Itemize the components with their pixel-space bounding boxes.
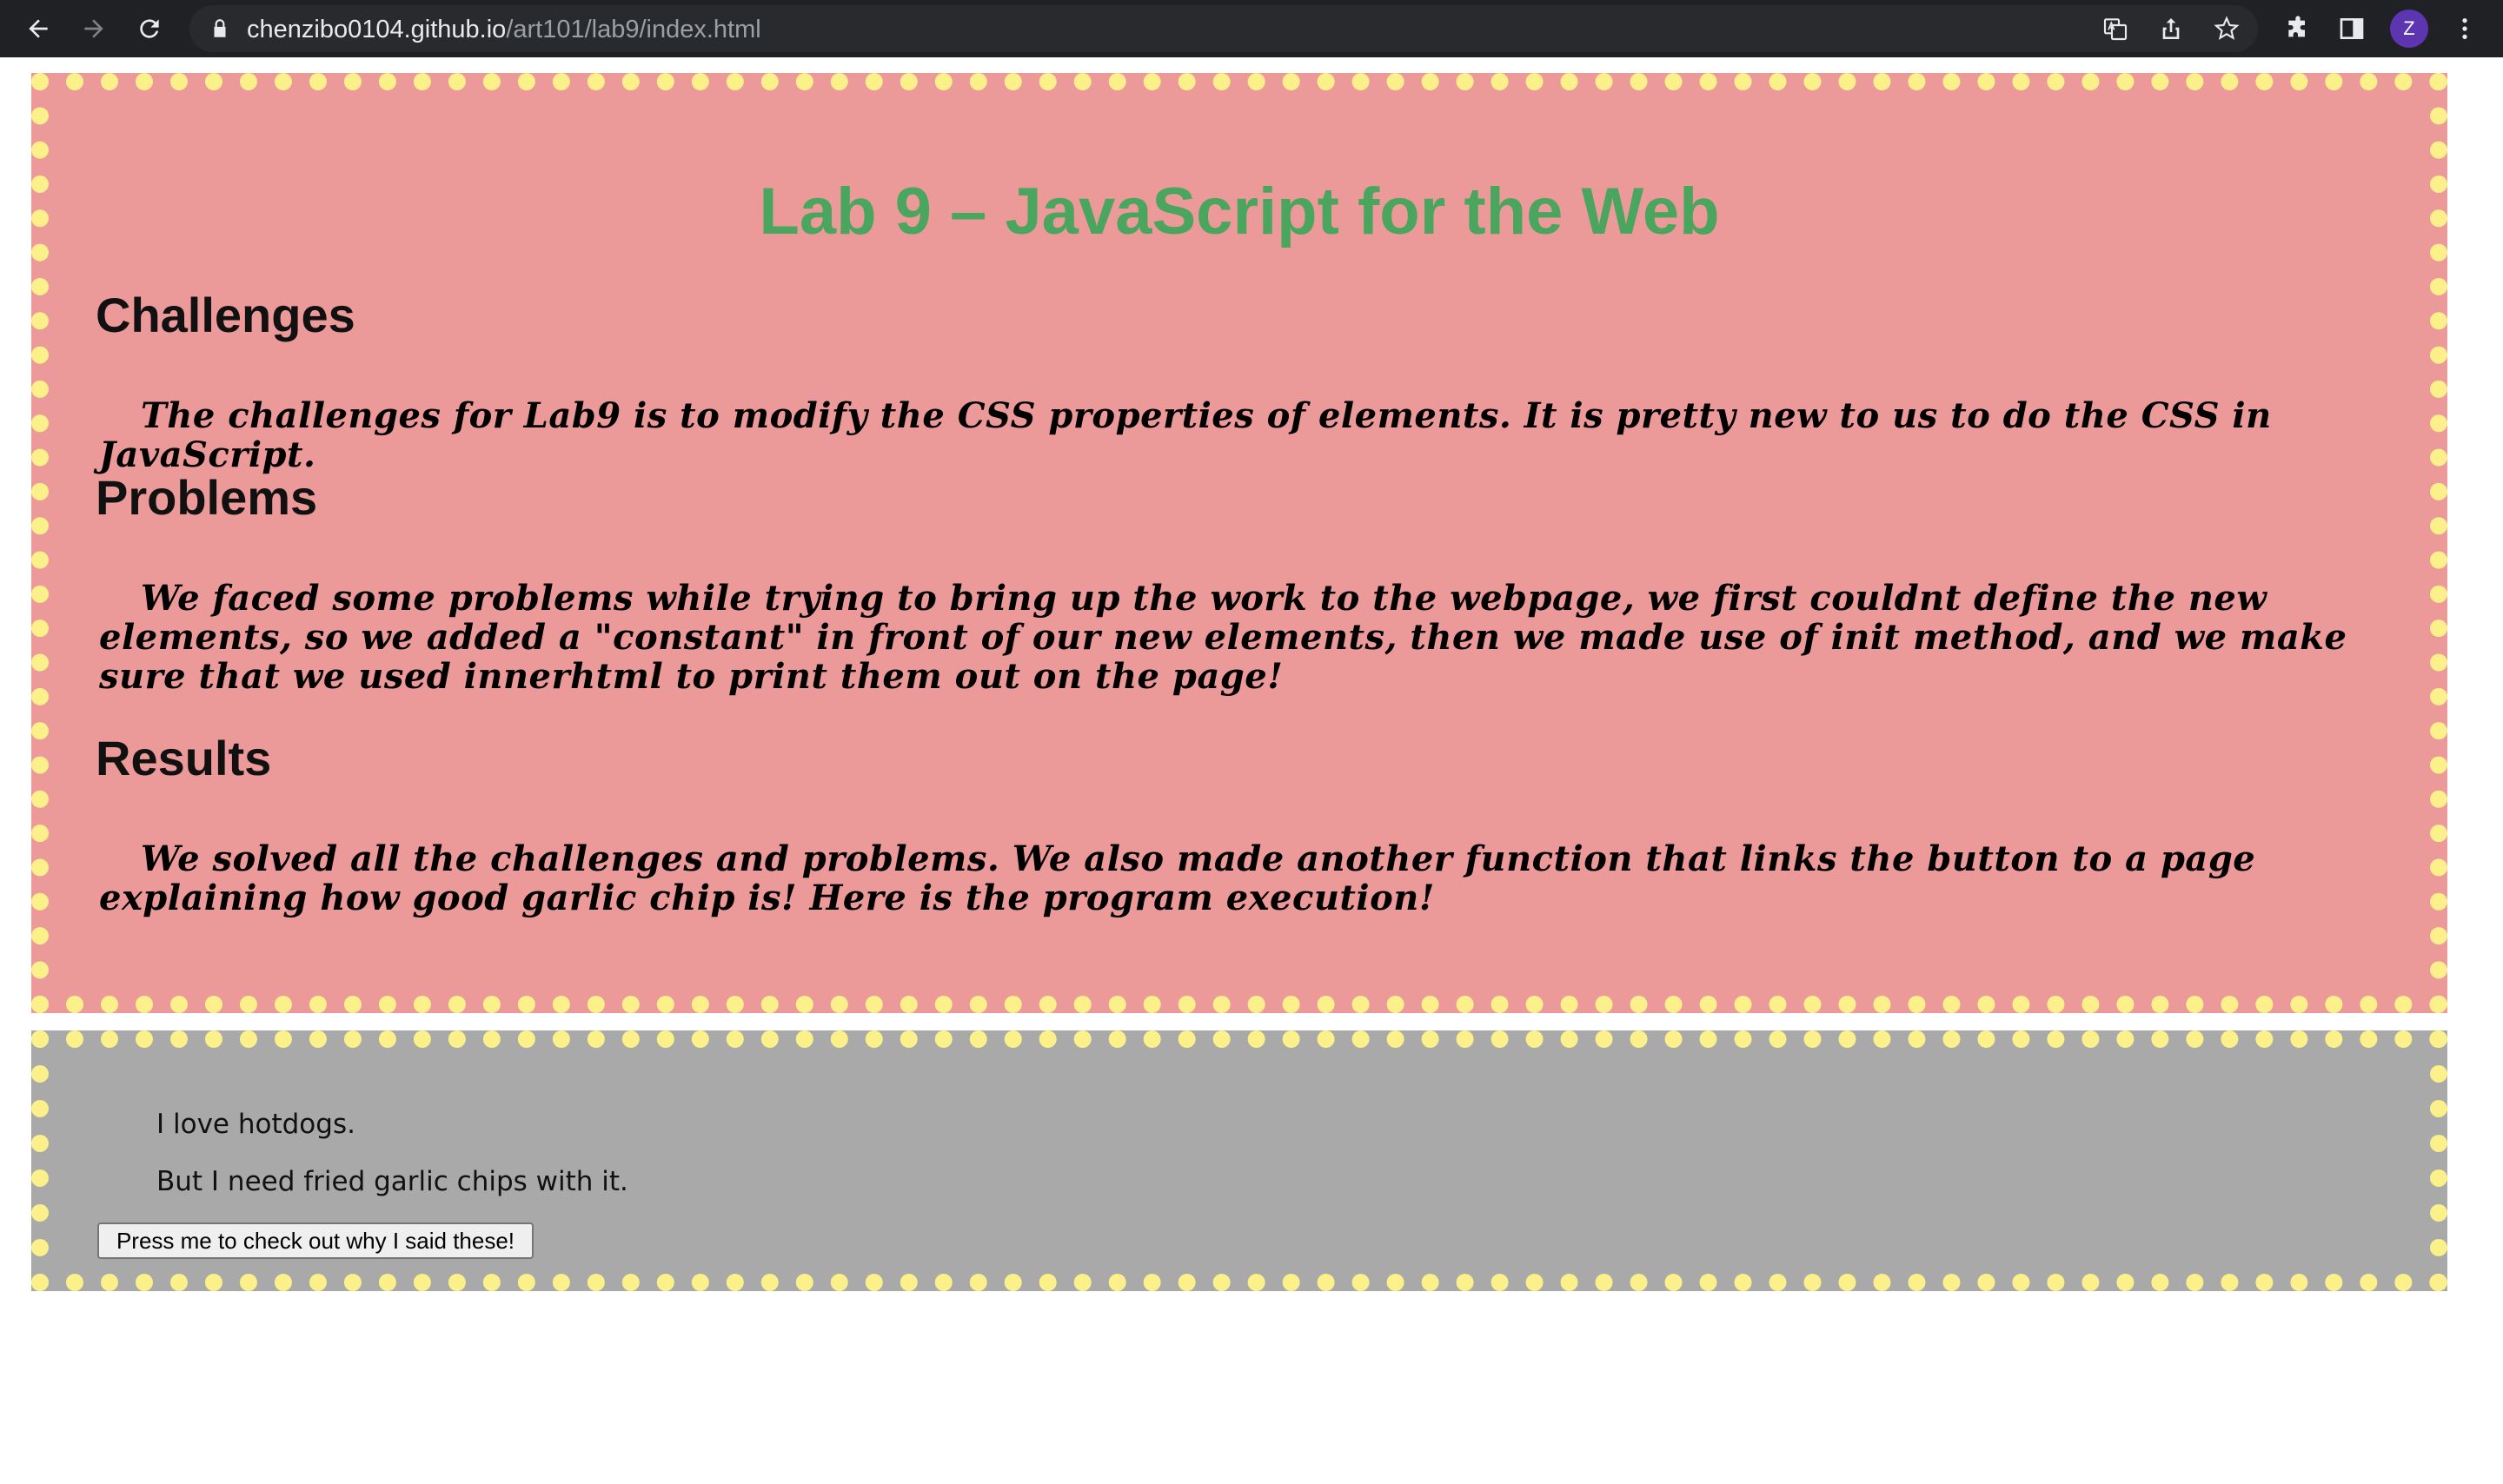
kebab-menu-icon bbox=[2462, 18, 2467, 39]
section-heading-challenges: Challenges bbox=[96, 288, 355, 342]
address-bar[interactable]: chenzibo0104.github.io/art101/lab9/index… bbox=[189, 5, 2258, 52]
side-panel-button[interactable] bbox=[2333, 10, 2371, 48]
garlic-chip-link-button[interactable]: Press me to check out why I said these! bbox=[97, 1222, 534, 1259]
menu-button[interactable] bbox=[2446, 10, 2484, 48]
reload-button[interactable] bbox=[130, 10, 169, 48]
output-line-garlic-chips: But I need fried garlic chips with it. bbox=[156, 1166, 628, 1197]
forward-arrow-icon bbox=[84, 19, 103, 38]
section-text-challenges: The challenges for Lab9 is to modify the… bbox=[99, 395, 2272, 475]
section-heading-results: Results bbox=[96, 731, 272, 785]
reload-icon bbox=[140, 19, 159, 38]
section-text-problems: We faced some problems while trying to b… bbox=[99, 578, 2347, 697]
side-panel-icon bbox=[2340, 18, 2364, 39]
browser-toolbar: chenzibo0104.github.io/art101/lab9/index… bbox=[0, 0, 2503, 57]
section-text-results: We solved all the challenges and problem… bbox=[99, 838, 2256, 918]
profile-avatar[interactable]: Z bbox=[2390, 10, 2428, 48]
back-arrow-icon bbox=[29, 19, 48, 38]
page-title: Lab 9 – JavaScript for the Web bbox=[759, 175, 1720, 248]
url-text: chenzibo0104.github.io/art101/lab9/index… bbox=[247, 16, 761, 43]
forward-button[interactable] bbox=[75, 10, 113, 48]
section-heading-problems: Problems bbox=[96, 470, 318, 525]
program-output-box: I love hotdogs. But I need fried garlic … bbox=[31, 1030, 2447, 1291]
extensions-button[interactable] bbox=[2279, 10, 2317, 48]
lock-icon bbox=[214, 19, 226, 37]
share-icon[interactable] bbox=[2157, 15, 2185, 43]
output-line-hotdogs: I love hotdogs. bbox=[156, 1109, 355, 1140]
puzzle-icon bbox=[2288, 16, 2305, 37]
back-button[interactable] bbox=[19, 10, 57, 48]
lab-report-box: Lab 9 – JavaScript for the Web Challenge… bbox=[31, 73, 2447, 1013]
bookmark-star-icon[interactable] bbox=[2213, 15, 2241, 43]
translate-icon[interactable] bbox=[2101, 15, 2129, 43]
